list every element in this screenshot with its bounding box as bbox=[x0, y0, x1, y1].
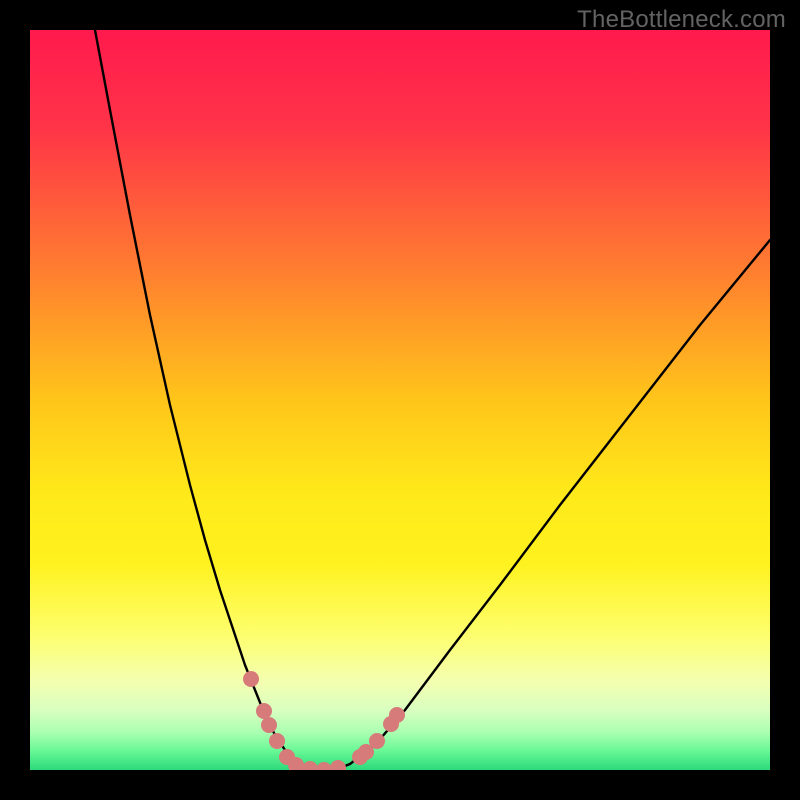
marker-group bbox=[243, 671, 405, 770]
outer-frame: TheBottleneck.com bbox=[0, 0, 800, 800]
curve-marker bbox=[261, 717, 277, 733]
plot-area bbox=[30, 30, 770, 770]
bottleneck-curve bbox=[95, 30, 770, 770]
watermark-text: TheBottleneck.com bbox=[577, 6, 786, 34]
curve-marker bbox=[316, 762, 332, 770]
curve-marker bbox=[369, 733, 385, 749]
curve-marker bbox=[269, 733, 285, 749]
curve-marker bbox=[302, 761, 318, 770]
curve-marker bbox=[389, 707, 405, 723]
curve-marker bbox=[256, 703, 272, 719]
curve-marker bbox=[243, 671, 259, 687]
chart-svg bbox=[30, 30, 770, 770]
curve-marker bbox=[330, 760, 346, 770]
